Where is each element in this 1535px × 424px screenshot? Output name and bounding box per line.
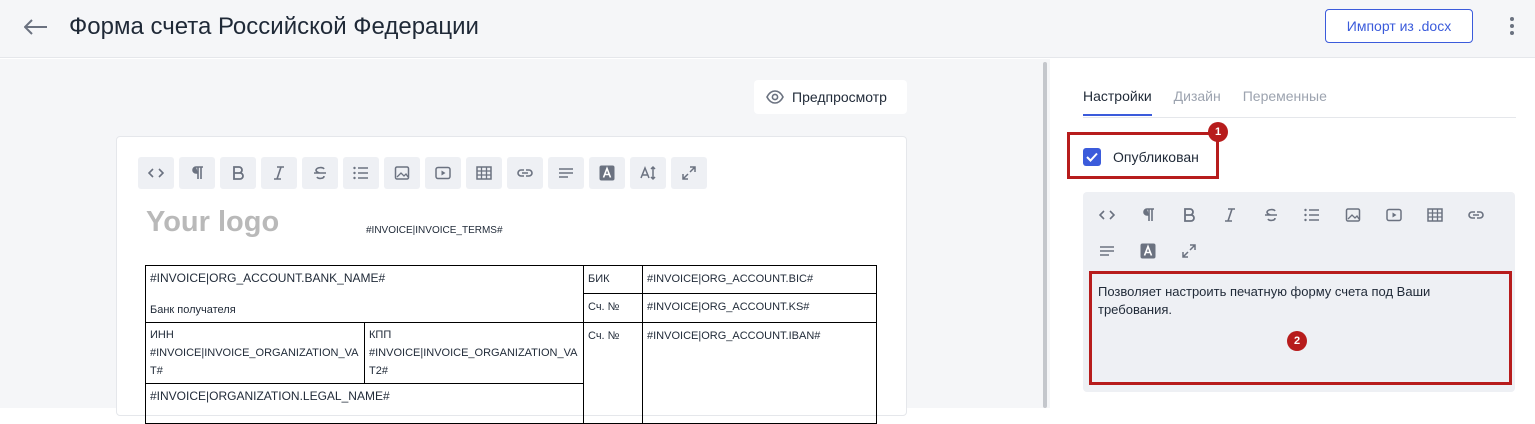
- bold-icon[interactable]: [220, 157, 256, 189]
- logo-placeholder: Your logo: [146, 206, 280, 238]
- invoice-terms-variable: #INVOICE|INVOICE_TERMS#: [366, 225, 503, 236]
- annotation-box-1: [1067, 132, 1219, 179]
- ks-label: Сч. №: [588, 301, 620, 313]
- bik-variable: #INVOICE|ORG_ACCOUNT.BIC#: [647, 273, 814, 285]
- preview-button[interactable]: Предпросмотр: [754, 80, 907, 114]
- bank-recipient-label: Банк получателя: [150, 304, 236, 316]
- scrollbar-thumb[interactable]: [1043, 62, 1047, 408]
- back-arrow-icon[interactable]: [22, 13, 50, 41]
- inn-label: ИНН: [150, 329, 174, 341]
- link-icon[interactable]: [507, 157, 543, 189]
- list-icon[interactable]: [343, 157, 379, 189]
- table-icon[interactable]: [466, 157, 502, 189]
- page-title: Форма счета Российской Федерации: [69, 13, 479, 40]
- bold-icon[interactable]: [1171, 199, 1207, 231]
- iban-label-cell[interactable]: Сч. №: [583, 322, 643, 424]
- paragraph-icon[interactable]: [179, 157, 215, 189]
- settings-tabs: Настройки Дизайн Переменные: [1083, 88, 1327, 116]
- align-icon[interactable]: [548, 157, 584, 189]
- bank-name-variable: #INVOICE|ORG_ACCOUNT.BANK_NAME#: [150, 271, 386, 285]
- description-toolbar-row-2: [1089, 235, 1207, 267]
- kpp-cell[interactable]: КПП #INVOICE|INVOICE_ORGANIZATION_VAT2#: [364, 322, 584, 384]
- image-icon[interactable]: [1335, 199, 1371, 231]
- legal-name-variable: #INVOICE|ORGANIZATION.LEGAL_NAME#: [150, 389, 390, 403]
- tab-settings[interactable]: Настройки: [1083, 88, 1152, 116]
- italic-icon[interactable]: [1212, 199, 1248, 231]
- link-icon[interactable]: [1458, 199, 1494, 231]
- page-header: Форма счета Российской Федерации Импорт …: [0, 0, 1535, 58]
- iban-variable: #INVOICE|ORG_ACCOUNT.IBAN#: [647, 330, 821, 342]
- code-icon[interactable]: [138, 157, 174, 189]
- list-icon[interactable]: [1294, 199, 1330, 231]
- iban-label: Сч. №: [588, 330, 620, 342]
- video-icon[interactable]: [1376, 199, 1412, 231]
- ks-label-cell[interactable]: Сч. №: [583, 293, 643, 323]
- invoice-bank-table: #INVOICE|ORG_ACCOUNT.BANK_NAME# Банк пол…: [145, 265, 877, 424]
- code-icon[interactable]: [1089, 199, 1125, 231]
- bik-label: БИК: [588, 273, 610, 285]
- description-toolbar: [1089, 199, 1494, 231]
- image-icon[interactable]: [384, 157, 420, 189]
- table-icon[interactable]: [1417, 199, 1453, 231]
- import-docx-button[interactable]: Импорт из .docx: [1325, 9, 1473, 43]
- ks-variable: #INVOICE|ORG_ACCOUNT.KS#: [647, 301, 810, 313]
- strikethrough-icon[interactable]: [302, 157, 338, 189]
- fullscreen-icon[interactable]: [1171, 235, 1207, 267]
- annotation-badge-1: 1: [1208, 122, 1228, 142]
- tab-variables[interactable]: Переменные: [1243, 88, 1327, 116]
- ks-value-cell[interactable]: #INVOICE|ORG_ACCOUNT.KS#: [642, 293, 877, 323]
- strikethrough-icon[interactable]: [1253, 199, 1289, 231]
- font-size-icon[interactable]: [630, 157, 666, 189]
- bank-name-cell[interactable]: #INVOICE|ORG_ACCOUNT.BANK_NAME# Банк пол…: [145, 265, 584, 323]
- align-icon[interactable]: [1089, 235, 1125, 267]
- annotation-box-2: [1089, 271, 1512, 385]
- tabs-divider: [1083, 117, 1516, 118]
- bik-label-cell[interactable]: БИК: [583, 265, 643, 294]
- tab-design[interactable]: Дизайн: [1174, 88, 1221, 116]
- more-options-icon[interactable]: [1502, 12, 1522, 40]
- paragraph-icon[interactable]: [1130, 199, 1166, 231]
- editor-toolbar: [138, 157, 707, 189]
- kpp-variable: #INVOICE|INVOICE_ORGANIZATION_VAT2#: [369, 347, 578, 377]
- iban-value-cell[interactable]: #INVOICE|ORG_ACCOUNT.IBAN#: [642, 322, 877, 424]
- italic-icon[interactable]: [261, 157, 297, 189]
- font-color-icon[interactable]: [589, 157, 625, 189]
- kpp-label: КПП: [369, 329, 392, 341]
- bik-value-cell[interactable]: #INVOICE|ORG_ACCOUNT.BIC#: [642, 265, 877, 294]
- legal-name-cell[interactable]: #INVOICE|ORGANIZATION.LEGAL_NAME#: [145, 383, 584, 424]
- font-color-icon[interactable]: [1130, 235, 1166, 267]
- annotation-badge-2: 2: [1287, 331, 1307, 351]
- eye-icon: [766, 90, 784, 104]
- fullscreen-icon[interactable]: [671, 157, 707, 189]
- preview-label: Предпросмотр: [792, 89, 887, 105]
- video-icon[interactable]: [425, 157, 461, 189]
- inn-cell[interactable]: ИНН #INVOICE|INVOICE_ORGANIZATION_VAT#: [145, 322, 365, 384]
- inn-variable: #INVOICE|INVOICE_ORGANIZATION_VAT#: [150, 347, 359, 377]
